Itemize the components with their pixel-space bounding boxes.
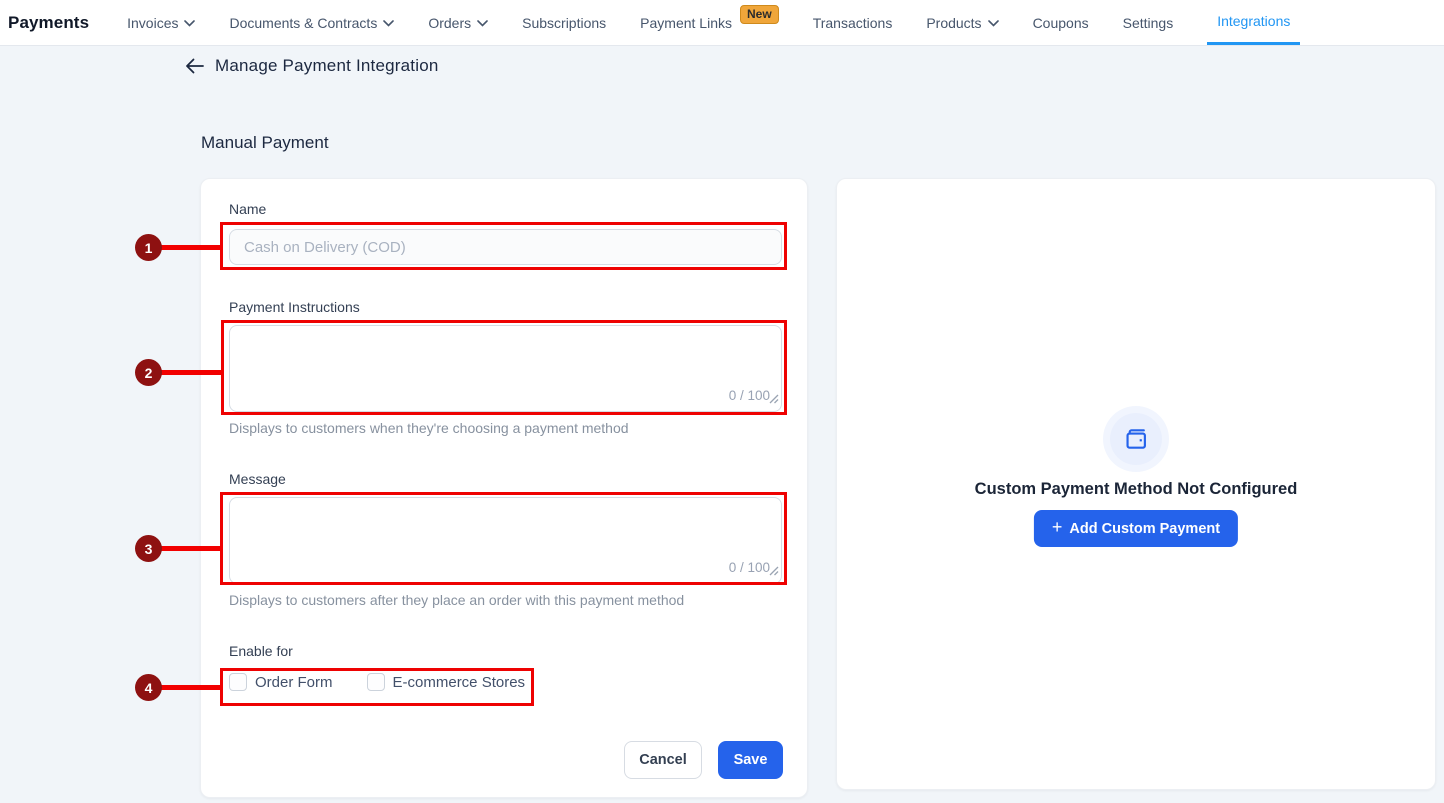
order-form-checkbox-label[interactable]: Order Form <box>255 674 333 691</box>
message-textarea[interactable] <box>229 497 782 584</box>
name-label: Name <box>229 201 266 217</box>
annotation-badge-3: 3 <box>135 535 162 562</box>
message-helper: Displays to customers after they place a… <box>229 592 684 608</box>
annotation-badge-2: 2 <box>135 359 162 386</box>
message-field: 0 / 100 <box>229 497 782 584</box>
cancel-button[interactable]: Cancel <box>624 741 702 779</box>
enable-for-label: Enable for <box>229 643 293 659</box>
page-title: Payments <box>8 0 89 45</box>
nav-item-subscriptions[interactable]: Subscriptions <box>522 0 606 45</box>
name-input[interactable] <box>229 229 782 265</box>
enable-for-options: Order Form E-commerce Stores <box>229 673 525 691</box>
nav-item-products[interactable]: Products <box>926 0 998 45</box>
back-header: Manage Payment Integration <box>185 56 439 76</box>
save-button[interactable]: Save <box>718 741 783 779</box>
chevron-down-icon <box>477 20 488 27</box>
chevron-down-icon <box>184 20 195 27</box>
annotation-badge-4: 4 <box>135 674 162 701</box>
nav-item-orders[interactable]: Orders <box>428 0 488 45</box>
top-navigation: Payments Invoices Documents & Contracts … <box>0 0 1444 46</box>
payment-instructions-label: Payment Instructions <box>229 299 360 315</box>
resize-handle-icon[interactable] <box>769 563 779 581</box>
nav-item-transactions[interactable]: Transactions <box>813 0 893 45</box>
empty-state-title: Custom Payment Method Not Configured <box>837 480 1435 499</box>
nav-item-settings[interactable]: Settings <box>1123 0 1174 45</box>
add-custom-payment-button[interactable]: + Add Custom Payment <box>1034 510 1238 547</box>
chevron-down-icon <box>988 20 999 27</box>
payment-instructions-helper: Displays to customers when they're choos… <box>229 420 629 436</box>
annotation-badge-1: 1 <box>135 234 162 261</box>
ecommerce-stores-checkbox-label[interactable]: E-commerce Stores <box>393 674 526 691</box>
order-form-checkbox[interactable] <box>229 673 247 691</box>
manual-payment-card: Name Payment Instructions 0 / 100 Displa… <box>200 178 808 798</box>
ecommerce-stores-checkbox[interactable] <box>367 673 385 691</box>
payment-instructions-field: 0 / 100 <box>229 325 782 412</box>
new-badge: New <box>740 5 779 24</box>
chevron-down-icon <box>383 20 394 27</box>
message-label: Message <box>229 471 286 487</box>
payment-instructions-textarea[interactable] <box>229 325 782 412</box>
plus-icon: + <box>1052 517 1063 538</box>
back-title: Manage Payment Integration <box>215 56 439 76</box>
nav-item-coupons[interactable]: Coupons <box>1033 0 1089 45</box>
nav-item-payment-links[interactable]: Payment Links New <box>640 0 779 45</box>
wallet-icon <box>1110 413 1162 465</box>
resize-handle-icon[interactable] <box>769 391 779 409</box>
section-title: Manual Payment <box>201 133 329 153</box>
payments-integrations-page: Payments Invoices Documents & Contracts … <box>0 0 1444 803</box>
custom-payment-card: Custom Payment Method Not Configured + A… <box>836 178 1436 790</box>
form-actions: Cancel Save <box>624 741 783 779</box>
nav-items: Invoices Documents & Contracts Orders Su… <box>127 0 1300 45</box>
back-arrow-icon[interactable] <box>185 58 204 74</box>
nav-item-invoices[interactable]: Invoices <box>127 0 195 45</box>
nav-item-integrations-active[interactable]: Integrations <box>1207 0 1300 45</box>
nav-item-documents-contracts[interactable]: Documents & Contracts <box>229 0 394 45</box>
